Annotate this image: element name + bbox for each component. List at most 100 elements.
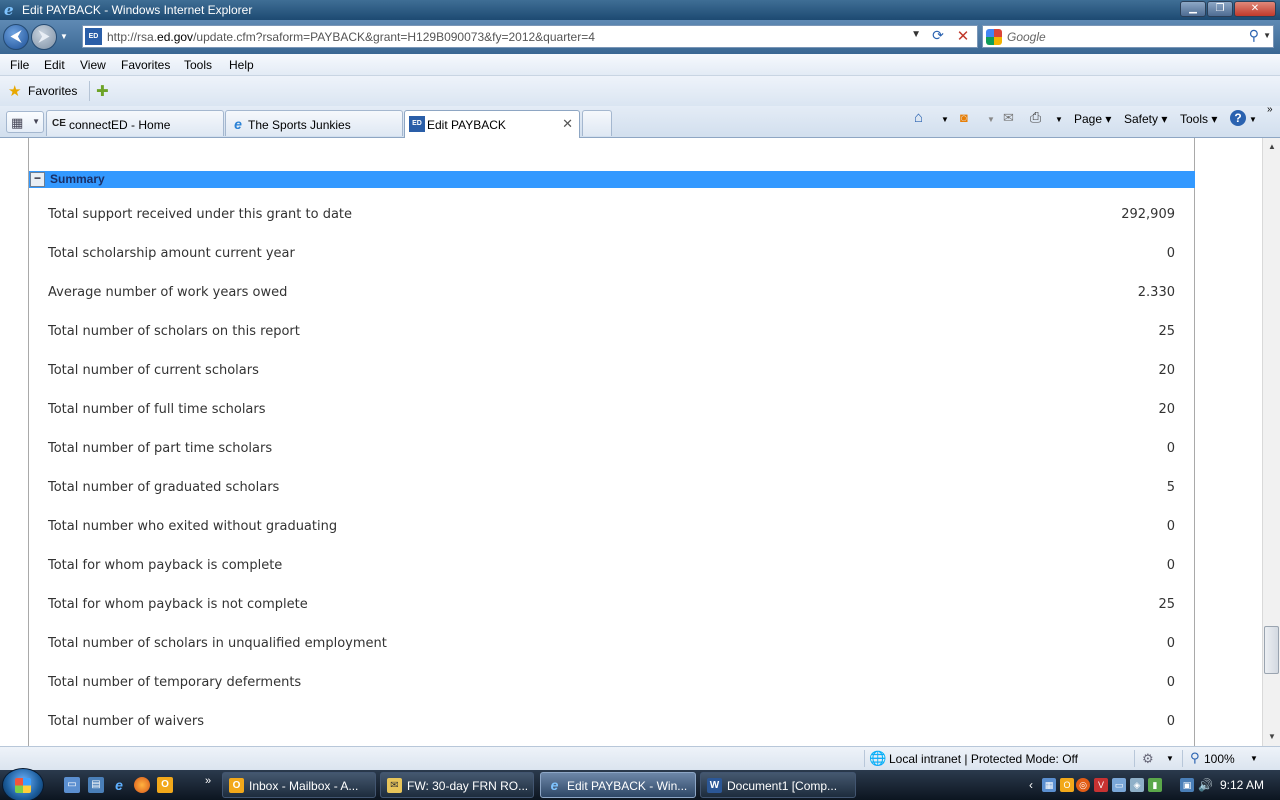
window-controls: ▁ ❐ ✕ xyxy=(1180,1,1276,17)
taskbar-button-edit-payback[interactable]: e Edit PAYBACK - Win... xyxy=(540,772,696,798)
feeds-icon[interactable]: ◙ xyxy=(960,110,968,125)
search-box[interactable]: Google ⚲ ▼ xyxy=(982,25,1274,48)
mail-icon[interactable]: ✉ xyxy=(1003,110,1014,126)
favorites-button[interactable]: Favorites xyxy=(28,84,77,98)
menu-favorites[interactable]: Favorites xyxy=(121,58,170,72)
minimize-button[interactable]: ▁ xyxy=(1180,1,1206,17)
antivirus-tray-icon[interactable]: V xyxy=(1094,778,1108,792)
row-label: Total for whom payback is not complete xyxy=(48,597,308,612)
menu-file[interactable]: File xyxy=(10,58,29,72)
row-label: Total number of temporary deferments xyxy=(48,675,302,690)
tab-edit-payback[interactable]: ED Edit PAYBACK ✕ xyxy=(404,110,580,138)
summary-row: Total number of full time scholars 20 xyxy=(48,402,1175,422)
tab-label: connectED - Home xyxy=(69,118,171,132)
new-tab-button[interactable] xyxy=(582,110,612,136)
network-tray-icon[interactable]: ▦ xyxy=(1042,778,1056,792)
summary-row: Total number of part time scholars 0 xyxy=(48,441,1175,461)
scroll-down-icon[interactable]: ▼ xyxy=(1264,729,1280,745)
intranet-zone-icon: 🌐 xyxy=(869,750,887,766)
menu-tools[interactable]: Tools xyxy=(184,58,212,72)
menu-help[interactable]: Help xyxy=(229,58,254,72)
home-icon[interactable]: ⌂ xyxy=(914,109,923,126)
row-value: 20 xyxy=(1158,402,1175,417)
zoom-level[interactable]: 100% xyxy=(1204,752,1235,766)
zoom-icon[interactable]: ⚲ xyxy=(1190,750,1200,766)
firefox-icon[interactable] xyxy=(134,777,150,793)
protected-mode-dropdown-icon[interactable]: ▼ xyxy=(1166,754,1174,763)
status-bar: 🌐 Local intranet | Protected Mode: Off ⚙… xyxy=(0,746,1280,770)
close-tab-icon[interactable]: ✕ xyxy=(562,116,573,132)
summary-row: Total support received under this grant … xyxy=(48,207,1175,227)
row-label: Total scholarship amount current year xyxy=(48,246,295,261)
email-message-icon: ✉ xyxy=(387,778,402,793)
menu-bar: File Edit View Favorites Tools Help xyxy=(0,54,1280,76)
feeds-dropdown-icon[interactable]: ▼ xyxy=(987,115,995,124)
quick-launch-more-icon[interactable]: » xyxy=(200,773,216,789)
taskbar-button-fw-email[interactable]: ✉ FW: 30-day FRN RO... xyxy=(380,772,534,798)
protected-mode-icon[interactable]: ⚙ xyxy=(1142,751,1154,767)
add-favorite-icon[interactable]: ✚ xyxy=(96,82,109,100)
tray-expand-chevron-icon[interactable]: ‹ xyxy=(1024,778,1038,792)
search-dropdown-icon[interactable]: ▼ xyxy=(1263,31,1271,40)
safety-menu[interactable]: Safety ▾ xyxy=(1124,112,1167,126)
search-input[interactable]: Google xyxy=(1007,30,1046,44)
help-dropdown-icon[interactable]: ▼ xyxy=(1249,115,1257,124)
status-divider xyxy=(1182,750,1183,767)
address-bar[interactable]: ED http://rsa.ed.gov/update.cfm?rsaform=… xyxy=(82,25,978,48)
page-menu[interactable]: Page ▾ xyxy=(1074,112,1111,126)
scroll-up-icon[interactable]: ▲ xyxy=(1264,139,1280,155)
messenger-tray-icon[interactable]: ◎ xyxy=(1076,778,1090,792)
scroll-thumb[interactable] xyxy=(1264,626,1279,674)
outlook-tray-icon[interactable]: O xyxy=(1060,778,1074,792)
outlook-icon[interactable]: O xyxy=(157,777,173,793)
taskbar-button-inbox[interactable]: O Inbox - Mailbox - A... xyxy=(222,772,376,798)
zoom-dropdown-icon[interactable]: ▼ xyxy=(1250,754,1258,763)
tab-sports-junkies[interactable]: e The Sports Junkies xyxy=(225,110,403,136)
tab-list-dropdown-icon[interactable]: ▼ xyxy=(32,117,40,126)
security-zone-text[interactable]: Local intranet | Protected Mode: Off xyxy=(889,752,1078,766)
menu-edit[interactable]: Edit xyxy=(44,58,65,72)
volume-tray-icon[interactable]: 🔊 xyxy=(1198,778,1213,792)
forward-button[interactable]: ⮞ xyxy=(31,24,57,50)
taskbar-button-label: Document1 [Comp... xyxy=(727,779,838,793)
print-dropdown-icon[interactable]: ▼ xyxy=(1055,115,1063,124)
switch-windows-icon[interactable]: ▤ xyxy=(88,777,104,793)
address-dropdown-icon[interactable]: ▼ xyxy=(911,29,921,40)
windows-logo-icon xyxy=(15,778,31,793)
taskbar-clock[interactable]: 9:12 AM xyxy=(1220,778,1264,792)
tab-connected-home[interactable]: CE connectED - Home xyxy=(46,110,224,136)
stop-icon[interactable]: ✕ xyxy=(953,27,973,46)
quick-tabs-button[interactable]: ▦ ▼ xyxy=(6,111,44,133)
recent-pages-dropdown[interactable]: ▼ xyxy=(60,32,68,41)
tools-menu[interactable]: Tools ▾ xyxy=(1180,112,1217,126)
favorites-star-icon[interactable]: ★ xyxy=(8,82,21,100)
show-desktop-icon[interactable]: ▭ xyxy=(64,777,80,793)
close-button[interactable]: ✕ xyxy=(1234,1,1276,17)
url-text[interactable]: http://rsa.ed.gov/update.cfm?rsaform=PAY… xyxy=(107,30,595,44)
connection-tray-icon[interactable]: ▣ xyxy=(1180,778,1194,792)
help-icon[interactable]: ? xyxy=(1230,110,1246,126)
taskbar-button-label: Edit PAYBACK - Win... xyxy=(567,779,688,793)
collapse-toggle-icon[interactable]: − xyxy=(30,172,45,187)
monitor-tray-icon[interactable]: ▭ xyxy=(1112,778,1126,792)
summary-header: − Summary xyxy=(29,171,1195,188)
back-button[interactable]: ⮜ xyxy=(3,24,29,50)
page-content: − Summary Total support received under t… xyxy=(0,138,1262,746)
summary-row: Total number of waivers 0 xyxy=(48,714,1175,734)
summary-panel: − Summary Total support received under t… xyxy=(28,138,1195,746)
start-button[interactable] xyxy=(2,768,44,800)
summary-row: Total number of current scholars 20 xyxy=(48,363,1175,383)
taskbar-button-word-document[interactable]: W Document1 [Comp... xyxy=(700,772,856,798)
battery-tray-icon[interactable]: ▮ xyxy=(1148,778,1162,792)
network-config-tray-icon[interactable]: ◈ xyxy=(1130,778,1144,792)
maximize-button[interactable]: ❐ xyxy=(1207,1,1233,17)
refresh-icon[interactable]: ⟳ xyxy=(927,27,949,46)
search-icon[interactable]: ⚲ xyxy=(1249,27,1259,44)
more-tools-chevron-icon[interactable]: » xyxy=(1267,104,1273,115)
menu-view[interactable]: View xyxy=(80,58,106,72)
home-dropdown-icon[interactable]: ▼ xyxy=(941,115,949,124)
summary-row: Total number of scholars in unqualified … xyxy=(48,636,1175,656)
internet-explorer-icon[interactable]: e xyxy=(111,777,127,793)
print-icon[interactable]: ⎙ xyxy=(1030,109,1041,126)
vertical-scrollbar[interactable]: ▲ ▼ xyxy=(1262,138,1280,746)
